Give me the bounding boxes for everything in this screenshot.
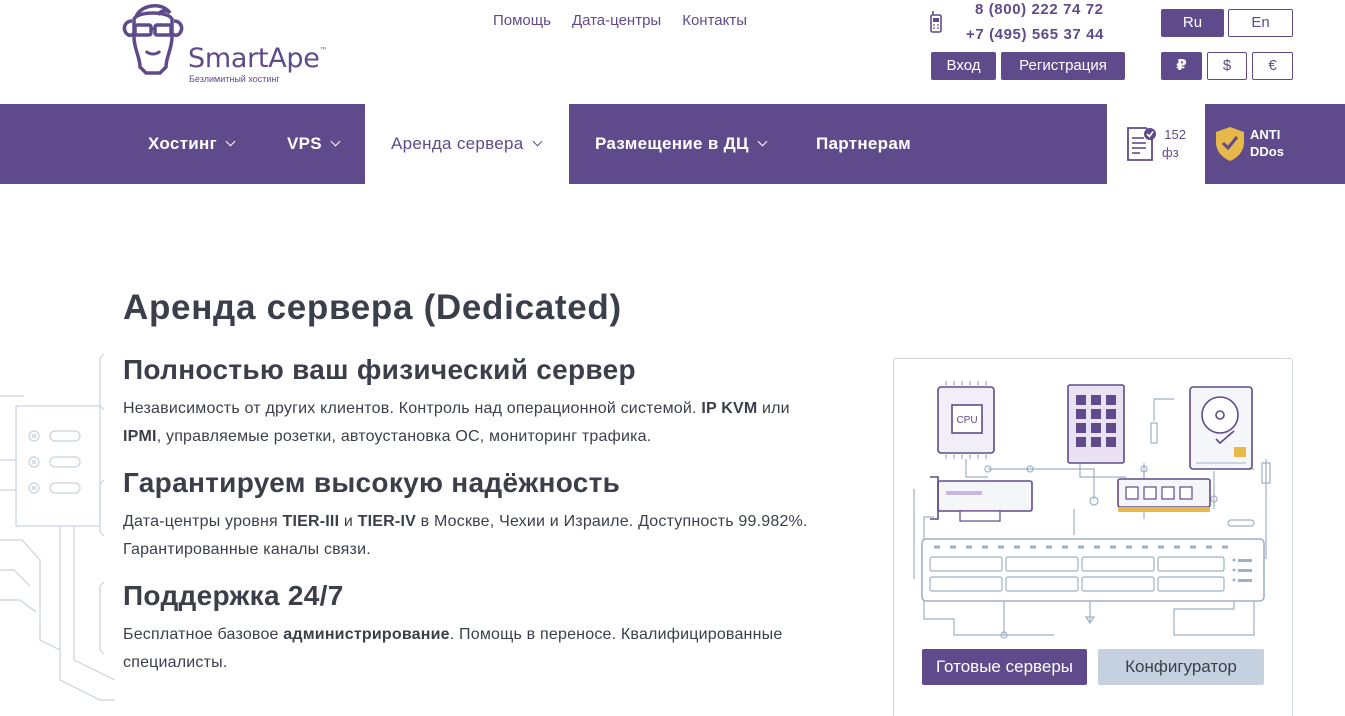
phone-number-toll-free[interactable]: 8 (800) 222 74 72 bbox=[975, 1, 1104, 18]
feature-text-support: Бесплатное базовое администрирование. По… bbox=[123, 626, 783, 671]
currency-usd-button[interactable]: $ bbox=[1207, 52, 1247, 80]
chevron-down-icon bbox=[757, 136, 768, 147]
chevron-down-icon bbox=[225, 136, 236, 147]
feature-text-physical-server: Независимость от других клиентов. Контро… bbox=[123, 400, 790, 445]
logo[interactable]: SmartApe™ Безлимитный хостинг bbox=[122, 3, 332, 85]
memory-block bbox=[1067, 384, 1125, 464]
logo-wordmark: SmartApe™ bbox=[188, 43, 328, 74]
currency-rub-button[interactable]: ₽ bbox=[1161, 52, 1202, 80]
lang-ru-button[interactable]: Ru bbox=[1161, 9, 1224, 37]
nav-item-server-rent[interactable]: Аренда сервера bbox=[391, 104, 542, 184]
cpu-chip: CPU bbox=[937, 381, 995, 459]
server-chassis bbox=[921, 538, 1265, 602]
configurator-button[interactable]: Конфигуратор bbox=[1098, 649, 1264, 685]
circuit-decoration bbox=[0, 353, 115, 701]
lang-en-button[interactable]: En bbox=[1228, 9, 1293, 37]
ram-stick bbox=[1117, 478, 1211, 512]
anti-ddos-badge: ANTI DDos bbox=[1250, 127, 1284, 159]
nav-item-hosting[interactable]: Хостинг bbox=[148, 104, 236, 184]
shield-check-icon[interactable] bbox=[1214, 126, 1246, 162]
document-check-icon[interactable] bbox=[1126, 126, 1158, 162]
register-button[interactable]: Регистрация bbox=[1001, 52, 1125, 80]
nav-item-vps[interactable]: VPS bbox=[287, 104, 341, 184]
login-button[interactable]: Вход bbox=[931, 52, 996, 80]
logo-tagline: Безлимитный хостинг bbox=[189, 74, 280, 84]
cpu-label: CPU bbox=[956, 415, 977, 426]
page-title: Аренда сервера (Dedicated) bbox=[123, 288, 622, 327]
hard-drive bbox=[1189, 386, 1253, 470]
monkey-logo-icon bbox=[122, 4, 184, 75]
link-help[interactable]: Помощь bbox=[493, 12, 551, 29]
ready-servers-button[interactable]: Готовые серверы bbox=[922, 649, 1087, 685]
currency-eur-button[interactable]: € bbox=[1252, 52, 1293, 80]
feature-title-physical-server: Полностью ваш физический сервер bbox=[123, 354, 636, 385]
link-contacts[interactable]: Контакты bbox=[682, 12, 747, 29]
chevron-down-icon bbox=[330, 136, 341, 147]
chevron-down-icon bbox=[532, 136, 542, 147]
top-links: Помощь Дата-центры Контакты bbox=[493, 12, 747, 29]
feature-title-reliability: Гарантируем высокую надёжность bbox=[123, 467, 621, 498]
nav-item-colocation[interactable]: Размещение в ДЦ bbox=[595, 104, 768, 184]
feature-text-reliability: Дата-центры уровня TIER-III и TIER-IV в … bbox=[123, 513, 808, 558]
phone-icon bbox=[930, 11, 942, 33]
expansion-card bbox=[930, 476, 1033, 522]
link-datacenters[interactable]: Дата-центры bbox=[572, 12, 661, 29]
nav-item-partners[interactable]: Партнерам bbox=[816, 104, 911, 184]
feature-title-support: Поддержка 24/7 bbox=[123, 580, 344, 611]
phone-number-moscow[interactable]: +7 (495) 565 37 44 bbox=[966, 26, 1104, 43]
fz152-badge: 152 фз bbox=[1162, 127, 1186, 160]
